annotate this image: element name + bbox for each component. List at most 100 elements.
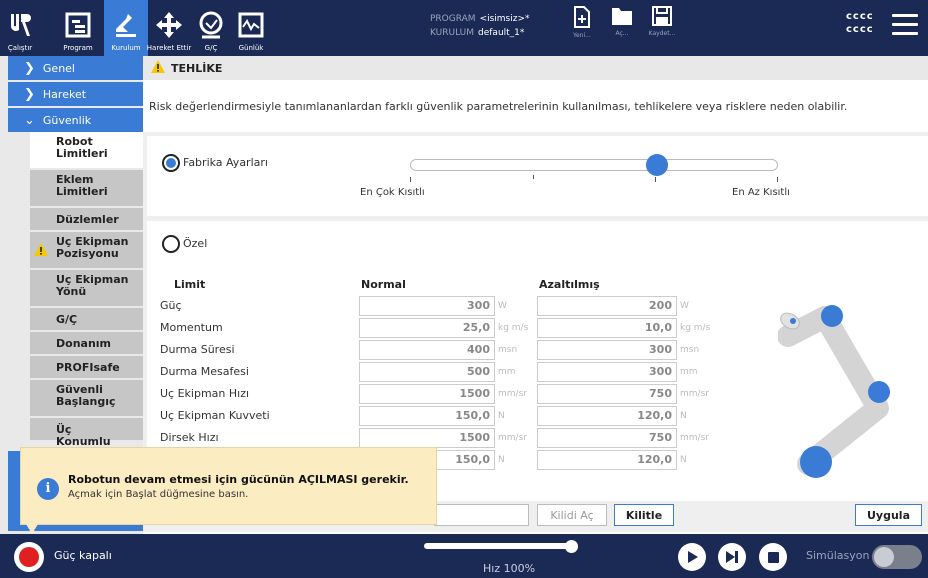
- normal-unit: msn: [498, 345, 518, 355]
- unlock-button[interactable]: Kilidi Aç: [537, 504, 607, 526]
- robot-arm-illustration: [778, 305, 890, 478]
- restriction-slider-knob[interactable]: [645, 154, 668, 176]
- installation-icon: [111, 10, 141, 40]
- reduced-value-field[interactable]: 750: [537, 384, 677, 404]
- power-button[interactable]: [14, 542, 44, 572]
- notification-body: Açmak için Başlat düğmesine basın.: [68, 489, 249, 500]
- open-button[interactable]: Aç...: [602, 6, 642, 52]
- info-icon: i: [37, 478, 59, 500]
- slider-tick: [777, 177, 778, 182]
- reduced-value-field[interactable]: 120,0: [537, 450, 677, 470]
- speed-slider-knob[interactable]: [565, 540, 578, 553]
- user-line-2: cccc: [846, 24, 874, 35]
- sidebar-section-general[interactable]: ❯ Genel: [8, 56, 143, 80]
- factory-settings-panel: [147, 136, 928, 216]
- move-tab-label: Hareket Ettir: [146, 44, 192, 52]
- col-reduced: Azaltılmış: [539, 278, 600, 291]
- reduced-value-field[interactable]: 750: [537, 428, 677, 448]
- apply-button[interactable]: Uygula: [855, 504, 922, 526]
- step-button[interactable]: [718, 543, 746, 571]
- notification-title: Robotun devam etmesi için gücünün AÇILMA…: [68, 473, 409, 486]
- reduced-value-field[interactable]: 10,0: [537, 318, 677, 338]
- move-tab[interactable]: Hareket Ettir: [146, 0, 192, 56]
- normal-value-field[interactable]: 25,0: [359, 318, 495, 338]
- open-button-label: Aç...: [615, 30, 629, 37]
- stop-button[interactable]: [759, 543, 787, 571]
- io-tab[interactable]: G/Ç: [194, 0, 228, 56]
- sidebar-item-hardware[interactable]: Donanım: [30, 332, 143, 356]
- sidebar-item-label: Üç Konumlu: [56, 423, 111, 448]
- sidebar-item-label: G/Ç: [56, 313, 78, 326]
- slider-tick: [410, 177, 411, 182]
- reduced-value-field[interactable]: 300: [537, 340, 677, 360]
- chevron-right-icon: ❯: [24, 86, 35, 102]
- limit-name: Momentum: [160, 321, 223, 334]
- sidebar-item-io[interactable]: G/Ç: [30, 308, 143, 332]
- new-button-label: Yeni...: [573, 32, 591, 39]
- stop-icon: [767, 551, 779, 563]
- program-tab[interactable]: Program: [52, 0, 104, 56]
- sidebar-item-tool-direction[interactable]: Uç Ekipman Yönü: [30, 270, 143, 308]
- installation-tab-label: Kurulum: [111, 44, 141, 52]
- installation-tab[interactable]: Kurulum: [104, 0, 148, 56]
- sidebar-item-tool-position[interactable]: Uç Ekipman Pozisyonu: [30, 232, 143, 270]
- play-button[interactable]: [678, 543, 706, 571]
- sidebar-item-label: Düzlemler: [56, 213, 119, 226]
- col-limit: Limit: [174, 278, 206, 291]
- limit-name: Uç Ekipman Hızı: [160, 387, 250, 400]
- reduced-value-field[interactable]: 300: [537, 362, 677, 382]
- reduced-unit: mm/sr: [680, 433, 709, 443]
- user-line-1: cccc: [846, 11, 874, 22]
- normal-value-field[interactable]: 400: [359, 340, 495, 360]
- normal-value-field[interactable]: 1500: [359, 428, 495, 448]
- slider-min-label: En Çok Kısıtlı: [360, 187, 425, 198]
- sidebar-item-profisafe[interactable]: PROFIsafe: [30, 356, 143, 380]
- slider-tick: [655, 177, 656, 182]
- normal-unit: N: [498, 411, 505, 421]
- restriction-slider[interactable]: [410, 159, 778, 171]
- limit-name: Dirsek Hızı: [160, 431, 219, 444]
- top-bar: Çalıştır Program Kurulum Hareket Ettir G…: [0, 0, 928, 56]
- section-label: Güvenlik: [42, 113, 92, 127]
- factory-settings-radio[interactable]: [162, 154, 180, 172]
- simulation-label: Simülasyon: [806, 549, 870, 562]
- simulation-toggle[interactable]: [872, 545, 922, 569]
- save-button[interactable]: Kaydet...: [642, 6, 682, 52]
- slider-max-label: En Az Kısıtlı: [732, 187, 790, 198]
- notification-pointer: [26, 524, 38, 534]
- lock-button[interactable]: Kilitle: [614, 504, 674, 526]
- col-normal: Normal: [361, 278, 406, 291]
- custom-radio[interactable]: [162, 235, 180, 253]
- new-button[interactable]: Yeni...: [562, 6, 602, 52]
- limit-name: Durma Süresi: [160, 343, 235, 356]
- new-file-icon: [574, 6, 590, 28]
- password-field[interactable]: [434, 504, 529, 526]
- normal-value-field[interactable]: 1500: [359, 384, 495, 404]
- move-arrows-icon: [154, 10, 184, 40]
- sidebar-item-safe-home[interactable]: Güvenli Başlangıç: [30, 380, 143, 418]
- program-key: PROGRAM: [430, 14, 476, 24]
- reduced-value-field[interactable]: 200: [537, 296, 677, 316]
- normal-value-field[interactable]: 150,0: [359, 406, 495, 426]
- normal-value-field[interactable]: 500: [359, 362, 495, 382]
- normal-unit: mm/sr: [498, 389, 527, 399]
- sidebar-item-planes[interactable]: Düzlemler: [30, 208, 143, 232]
- reduced-unit: kg m/s: [680, 323, 711, 333]
- custom-label: Özel: [183, 237, 208, 250]
- speed-slider[interactable]: [424, 543, 574, 549]
- sidebar-section-motion[interactable]: ❯ Hareket: [8, 82, 143, 106]
- sidebar-item-three-position[interactable]: Üç Konumlu: [30, 418, 143, 448]
- reduced-value-field[interactable]: 120,0: [537, 406, 677, 426]
- io-tab-label: G/Ç: [204, 44, 218, 52]
- sidebar-item-joint-limits[interactable]: Eklem Limitleri: [30, 170, 143, 208]
- normal-unit: mm: [498, 367, 516, 377]
- menu-icon[interactable]: [892, 14, 918, 36]
- normal-value-field[interactable]: 300: [359, 296, 495, 316]
- limit-name: Durma Mesafesi: [160, 365, 249, 378]
- section-label: Genel: [42, 61, 75, 75]
- sidebar-item-robot-limits[interactable]: Robot Limitleri: [30, 132, 143, 170]
- sidebar-section-safety[interactable]: ⌄ Güvenlik: [8, 108, 143, 132]
- log-tab[interactable]: Günlük: [232, 0, 270, 56]
- run-tab-label: Çalıştır: [7, 44, 33, 52]
- run-tab[interactable]: Çalıştır: [0, 0, 40, 56]
